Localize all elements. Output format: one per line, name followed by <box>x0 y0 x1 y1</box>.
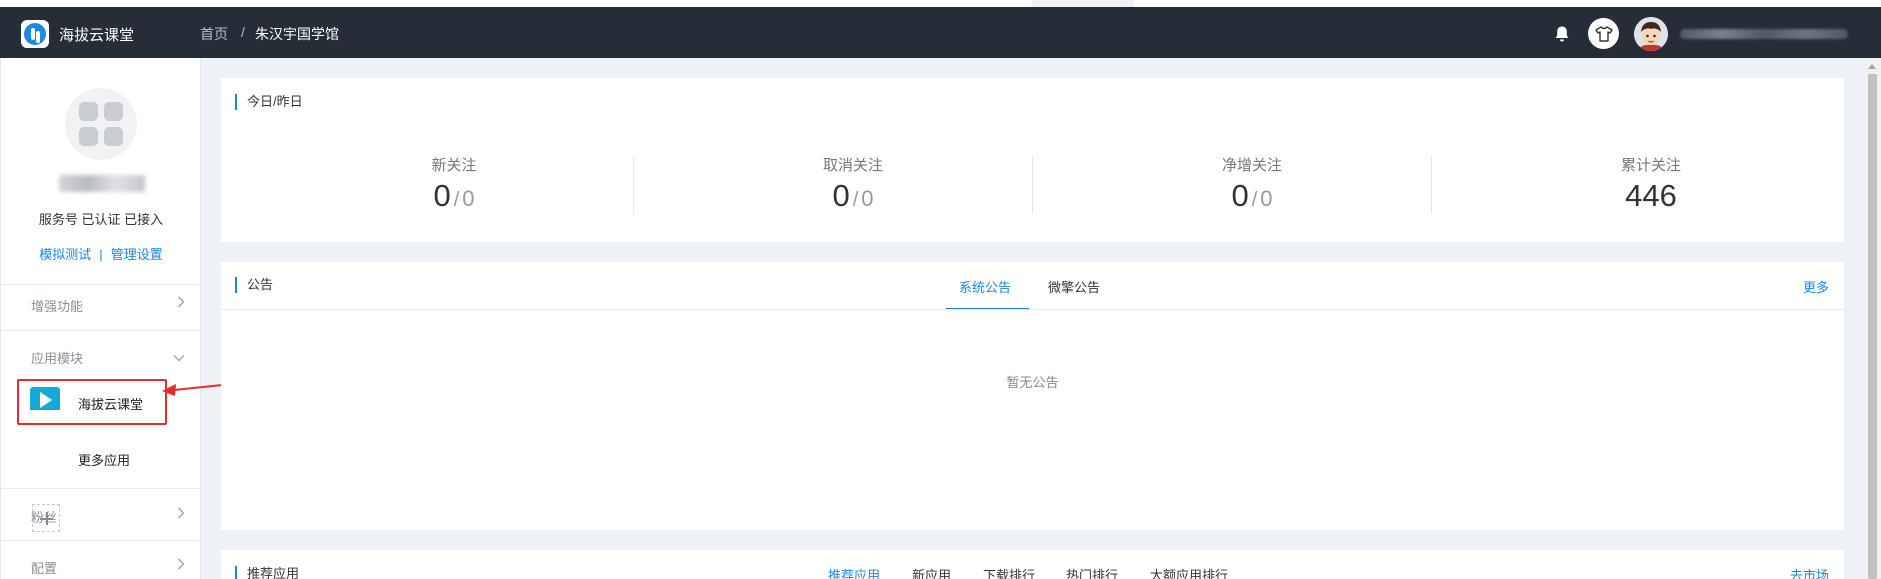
stat-value: 0/0 <box>1053 178 1451 214</box>
today-stats-card: 今日/昨日 新关注 0/0 取消关注 0/0 净增关注 0/0 累计关注 446 <box>221 78 1844 242</box>
apps-title: 推荐应用 <box>235 566 299 579</box>
browser-tab-fragment <box>1032 0 1134 7</box>
links-separator: | <box>99 247 103 262</box>
app-name[interactable]: 海拔云课堂 <box>59 24 134 45</box>
user-avatar[interactable] <box>1634 17 1668 51</box>
sidebar-item-label: 应用模块 <box>31 351 84 366</box>
sidebar-item-app-modules[interactable]: 应用模块 <box>31 348 191 367</box>
stat-today: 0 <box>1231 178 1249 213</box>
card-divider <box>221 309 1844 310</box>
breadcrumb-current: 朱汉宇国学馆 <box>255 26 339 42</box>
stat-label: 净增关注 <box>1221 157 1282 174</box>
manage-settings-link[interactable]: 管理设置 <box>111 247 163 262</box>
sidebar-divider <box>1 540 201 541</box>
stat-separator: / <box>1251 189 1258 211</box>
stat-value: 0/0 <box>654 178 1052 214</box>
tab-download-rank[interactable]: 下载排行 <box>983 565 1035 579</box>
notice-empty-text: 暂无公告 <box>1006 375 1059 390</box>
tab-recommended-apps[interactable]: 推荐应用 <box>828 565 880 579</box>
scroll-up-icon[interactable] <box>1868 64 1876 69</box>
top-header: 海拔云课堂 首页 / 朱汉宇国学馆 <box>0 7 1881 58</box>
tab-big-app-rank[interactable]: 大额应用排行 <box>1150 565 1228 579</box>
breadcrumb-home[interactable]: 首页 <box>200 24 228 44</box>
chevron-down-icon <box>173 350 185 365</box>
stat-yesterday: 0 <box>462 186 475 211</box>
apps-market-link[interactable]: 去市场 <box>1790 565 1829 579</box>
scroll-thumb[interactable] <box>1868 74 1877 579</box>
page-scrollbar[interactable] <box>1864 58 1881 579</box>
notice-more-link[interactable]: 更多 <box>1803 277 1829 296</box>
sidebar-item-label: 增强功能 <box>31 299 84 314</box>
stat-value: 0/0 <box>255 178 653 214</box>
tab-weiqing-notice[interactable]: 微擎公告 <box>1048 277 1100 296</box>
stat-label: 取消关注 <box>822 157 883 174</box>
stat-yesterday: 0 <box>1260 186 1273 211</box>
video-app-icon <box>30 387 60 417</box>
notice-title: 公告 <box>235 277 273 293</box>
app-item-haiba-cloud-class[interactable]: 海拔云课堂 <box>17 379 167 425</box>
sidebar-item-label: 配置 <box>31 561 58 576</box>
stat-today: 0 <box>832 178 850 213</box>
stat-divider <box>1431 156 1432 214</box>
sidebar-item-config[interactable]: 配置 <box>31 558 191 577</box>
tab-hot-rank[interactable]: 热门排行 <box>1066 565 1118 579</box>
tab-new-apps[interactable]: 新应用 <box>912 565 951 579</box>
account-status: 服务号 已认证 已接入 <box>38 212 164 227</box>
chevron-right-icon <box>177 558 185 573</box>
stat-divider <box>1032 156 1033 214</box>
today-stats-title: 今日/昨日 <box>235 94 303 110</box>
sidebar-item-fans[interactable]: 粉丝 <box>31 507 191 526</box>
shirt-icon[interactable] <box>1588 18 1619 49</box>
chevron-right-icon <box>177 507 185 522</box>
browser-top-strip <box>0 0 1881 7</box>
stat-today: 0 <box>433 178 451 213</box>
stat-divider <box>633 156 634 214</box>
sidebar-divider <box>1 330 201 331</box>
stat-separator: / <box>852 189 859 211</box>
stat-label: 累计关注 <box>1620 157 1681 174</box>
sidebar-item-label: 粉丝 <box>31 510 58 525</box>
account-name-redacted <box>59 175 145 192</box>
account-links: 模拟测试 | 管理设置 <box>1 244 201 263</box>
sidebar: 服务号 已认证 已接入 模拟测试 | 管理设置 增强功能 应用模块 海拔云课堂 更多… <box>0 58 201 579</box>
notice-card: 公告 系统公告 微擎公告 更多 暂无公告 <box>221 262 1844 530</box>
stat-value: 446 <box>1452 178 1850 214</box>
apps-card: 推荐应用 推荐应用 新应用 下载排行 热门排行 大额应用排行 去市场 <box>221 550 1844 579</box>
account-avatar-icon <box>65 88 137 160</box>
stat-separator: / <box>453 189 460 211</box>
stat-total: 446 <box>1625 178 1677 213</box>
sidebar-item-enhanced[interactable]: 增强功能 <box>31 296 191 315</box>
sidebar-divider <box>1 488 201 489</box>
sidebar-divider <box>1 284 201 285</box>
stat-label: 新关注 <box>431 157 477 174</box>
app-item-label: 海拔云课堂 <box>78 397 144 412</box>
app-logo-icon[interactable] <box>21 20 49 48</box>
stat-yesterday: 0 <box>861 186 874 211</box>
breadcrumb-separator: / <box>241 24 245 40</box>
chevron-right-icon <box>177 296 185 311</box>
simulate-test-link[interactable]: 模拟测试 <box>39 247 91 262</box>
bell-icon[interactable] <box>1554 25 1570 43</box>
tab-system-notice[interactable]: 系统公告 <box>959 277 1011 296</box>
app-item-more-apps[interactable]: 更多应用 <box>78 450 130 469</box>
username-redacted[interactable] <box>1680 29 1848 39</box>
